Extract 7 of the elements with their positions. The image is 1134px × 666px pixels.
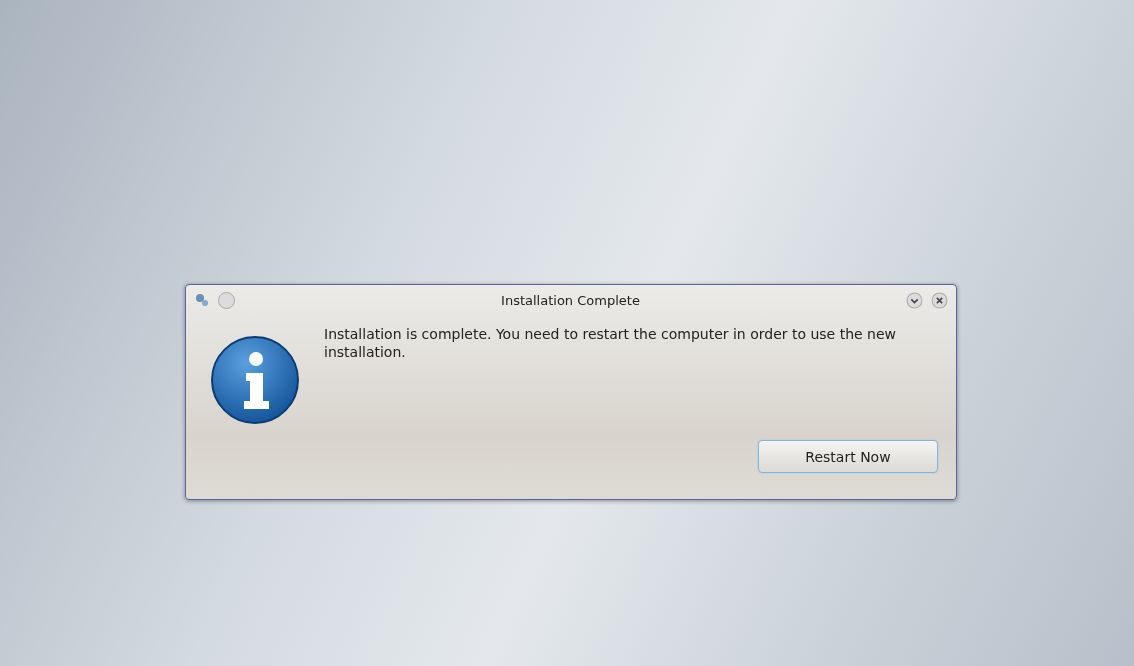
info-icon (210, 335, 300, 425)
message-text: Installation is complete. You need to restart the computer in order to use the new installation. (324, 325, 898, 361)
restart-button[interactable]: Restart Now (758, 440, 938, 473)
app-icon (194, 292, 210, 308)
close-icon[interactable] (931, 291, 948, 309)
minimize-icon[interactable] (906, 291, 923, 309)
window-title: Installation Complete (500, 292, 641, 308)
